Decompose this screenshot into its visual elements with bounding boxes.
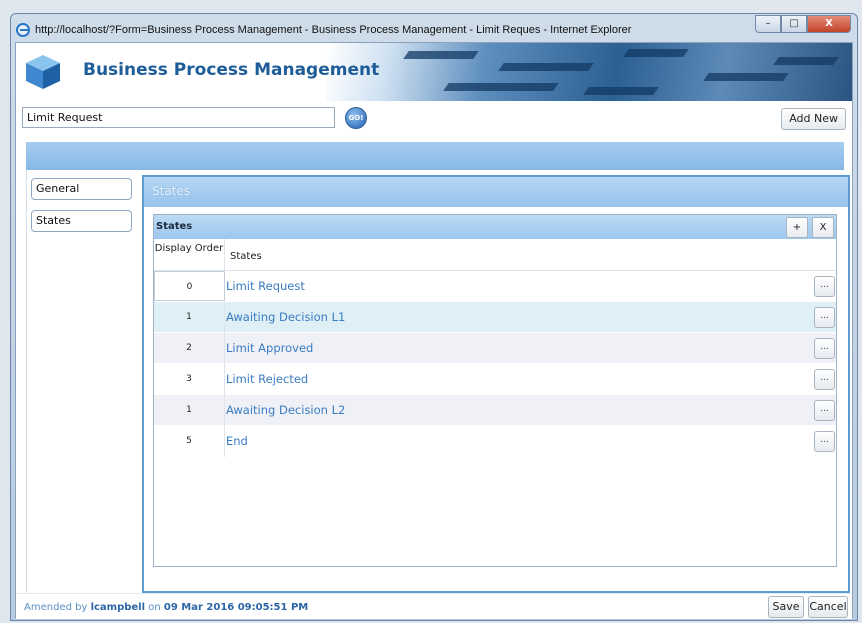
title-bar: http://localhost/?Form=Business Process … [11,14,857,42]
amended-prefix: Amended by [24,602,88,613]
search-input[interactable] [22,107,335,128]
add-row-button[interactable]: + [786,217,808,238]
add-new-button[interactable]: Add New [781,108,846,130]
row-options-button[interactable]: ... [814,369,835,390]
panel-title: States [144,177,848,207]
logo-cube-icon [26,55,60,89]
display-order-cell[interactable]: 0 [154,271,225,301]
display-order-cell[interactable]: 2 [154,333,225,364]
save-button[interactable]: Save [768,596,804,618]
minimize-button[interactable]: – [755,15,781,33]
remove-row-button[interactable]: X [812,217,834,238]
table-row[interactable]: 1 Awaiting Decision L2 ... [154,395,836,426]
column-header-display-order[interactable]: Display Order [154,239,225,271]
maximize-button[interactable]: □ [781,15,807,33]
sidebar: General States [26,170,141,593]
table-row[interactable]: 3 Limit Rejected ... [154,364,836,395]
browser-window: http://localhost/?Form=Business Process … [10,13,858,621]
cancel-button[interactable]: Cancel [808,596,848,618]
row-options-button[interactable]: ... [814,338,835,359]
states-panel: States States + X Display Order States 0… [142,175,850,593]
display-order-cell[interactable]: 1 [154,395,225,426]
state-name-link[interactable]: Limit Request [226,279,305,293]
app-title: Business Process Management [83,60,380,80]
close-button[interactable]: X [807,15,851,33]
table-row[interactable]: 5 End ... [154,426,836,457]
display-order-cell[interactable]: 5 [154,426,225,457]
toolbar-strip [26,142,844,170]
state-name-link[interactable]: Limit Approved [226,341,313,355]
go-button[interactable]: GO! [345,107,367,129]
row-options-button[interactable]: ... [814,276,835,297]
amended-date: 09 Mar 2016 09:05:51 PM [163,602,309,613]
row-options-button[interactable]: ... [814,400,835,421]
display-order-cell[interactable]: 3 [154,364,225,395]
window-title: http://localhost/?Form=Business Process … [35,24,632,36]
window-controls: – □ X [755,15,851,33]
state-name-link[interactable]: End [226,434,248,448]
app-header: Business Process Management [16,43,852,101]
column-header-states[interactable]: States [230,251,262,262]
amended-on-label: on [148,602,161,613]
footer-bar: Amended by lcampbell on 09 Mar 2016 09:0… [16,593,852,619]
grid-header: States + X [154,215,836,239]
states-grid: States + X Display Order States 0 Limit … [153,214,837,567]
sidebar-item-states[interactable]: States [31,210,132,232]
amended-user: lcampbell [90,602,146,613]
header-banner [326,43,852,101]
internet-explorer-icon [16,23,30,37]
state-name-link[interactable]: Awaiting Decision L1 [226,310,345,324]
state-name-link[interactable]: Awaiting Decision L2 [226,403,345,417]
row-options-button[interactable]: ... [814,431,835,452]
state-name-link[interactable]: Limit Rejected [226,372,308,386]
row-options-button[interactable]: ... [814,307,835,328]
page-content: Business Process Management GO! Add New … [15,42,853,619]
sidebar-item-general[interactable]: General [31,178,132,200]
display-order-cell[interactable]: 1 [154,302,225,333]
audit-info: Amended by lcampbell on 09 Mar 2016 09:0… [24,602,308,613]
table-row[interactable]: 1 Awaiting Decision L1 ... [154,302,836,333]
table-row[interactable]: 2 Limit Approved ... [154,333,836,364]
column-headers: Display Order States [154,239,836,271]
table-row[interactable]: 0 Limit Request ... [154,271,836,302]
search-bar: GO! Add New [16,101,852,133]
grid-title: States [156,221,193,232]
panel-title-text: States [152,184,191,198]
